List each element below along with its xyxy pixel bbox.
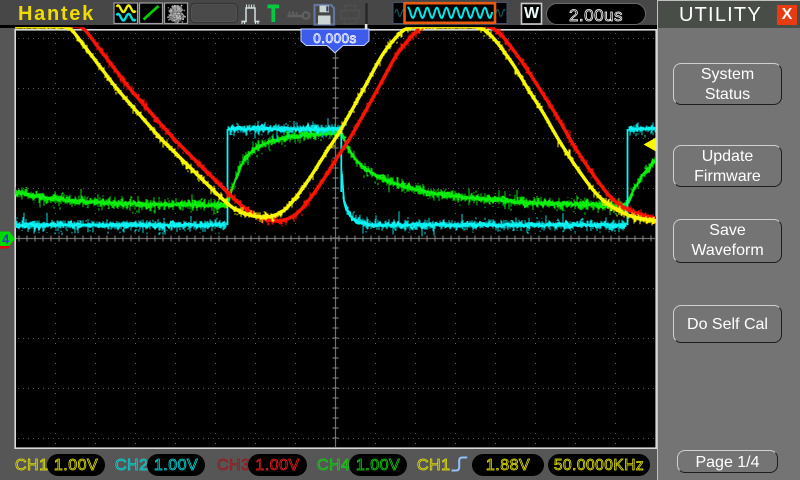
svg-text:4: 4: [2, 233, 9, 247]
